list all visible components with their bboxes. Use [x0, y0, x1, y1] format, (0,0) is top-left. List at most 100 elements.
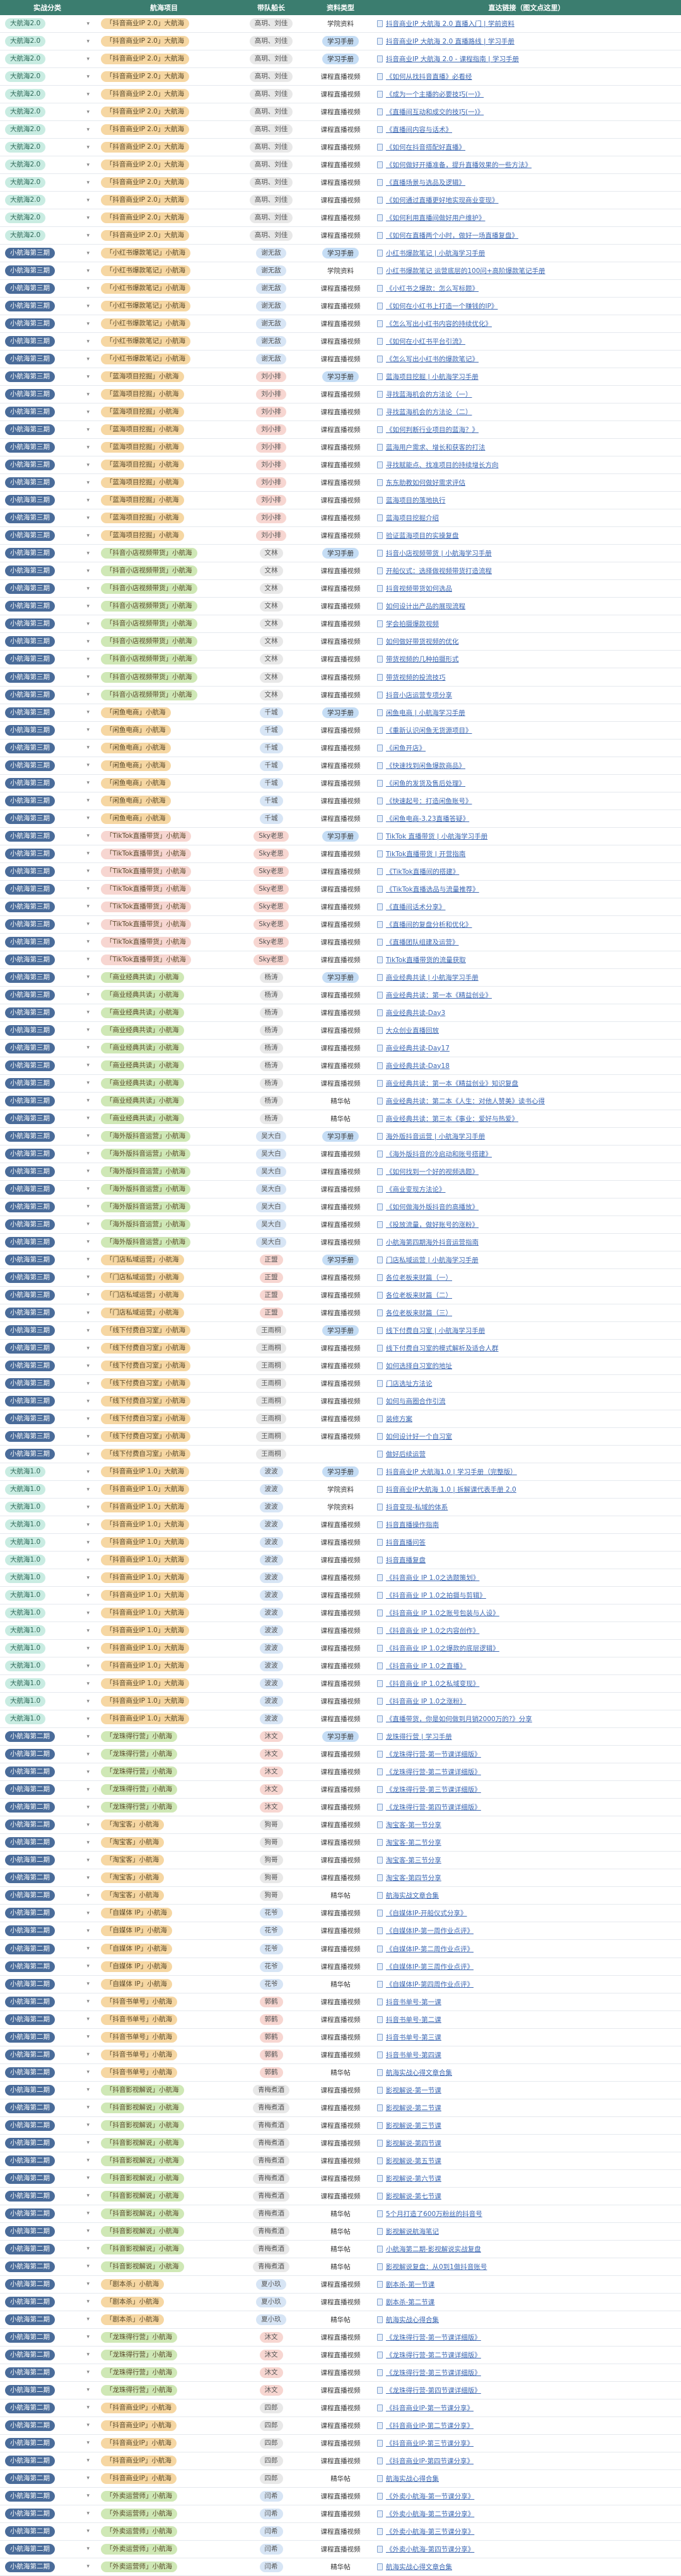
dropdown-arrow-icon[interactable]: ▾ — [86, 1610, 90, 1616]
dropdown-arrow-icon[interactable]: ▾ — [86, 586, 90, 592]
dropdown-arrow-icon[interactable]: ▾ — [86, 1310, 90, 1316]
category-cell[interactable]: 小航海第三期 ▾ — [0, 671, 95, 683]
dropdown-arrow-icon[interactable]: ▾ — [86, 2546, 90, 2552]
category-cell[interactable]: 小航海第三期 ▾ — [0, 1431, 95, 1442]
lead-cell[interactable]: 花爷 — [233, 1978, 309, 1990]
project-cell[interactable]: 「抖音商业IP 2.0」大航海 — [95, 177, 233, 189]
type-cell[interactable]: 课程直播视频 — [309, 1785, 372, 1794]
category-cell[interactable]: 小航海第二期 ▾ — [0, 2543, 95, 2555]
link-cell[interactable]: 《抖音商业IP-第四节课分享》 — [372, 2456, 681, 2466]
link-cell[interactable]: 抖音商业IP 大航海1.0 | 学习手册（完整版） — [372, 1467, 681, 1477]
type-cell[interactable]: 课程直播视频 — [309, 1238, 372, 1247]
resource-link[interactable]: 蓝海项目挖掘介绍 — [386, 513, 439, 523]
resource-link[interactable]: 《直播场景与选品及逻辑》 — [386, 178, 465, 187]
lead-cell[interactable]: 杨涛 — [233, 989, 309, 1001]
lead-cell[interactable]: 四郎 — [233, 2473, 309, 2484]
dropdown-arrow-icon[interactable]: ▾ — [86, 1168, 90, 1175]
link-cell[interactable]: 《如何找到一个好的视频选题》 — [372, 1167, 681, 1176]
dropdown-arrow-icon[interactable]: ▾ — [86, 1062, 90, 1069]
resource-link[interactable]: 《抖音商业IP-第四节课分享》 — [386, 2456, 474, 2466]
resource-link[interactable]: 《快速起号：打造闲鱼账号》 — [386, 796, 472, 806]
category-cell[interactable]: 小航海第二期 ▾ — [0, 2384, 95, 2396]
lead-cell[interactable]: 正盟 — [233, 1272, 309, 1283]
type-cell[interactable]: 课程直播视频 — [309, 301, 372, 311]
type-cell[interactable]: 课程直播视频 — [309, 390, 372, 399]
resource-link[interactable]: 《闲鱼的发货及售后处理》 — [386, 779, 465, 788]
link-cell[interactable]: 抖音书单号-第一课 — [372, 1997, 681, 2007]
lead-cell[interactable]: 沐文 — [233, 1749, 309, 1760]
project-cell[interactable]: 「抖音商业IP 1.0」大航海 — [95, 1590, 233, 1601]
type-cell[interactable]: 精华帖 — [309, 2474, 372, 2483]
lead-cell[interactable]: 王雨桐 — [233, 1361, 309, 1372]
type-cell[interactable]: 课程直播视频 — [309, 407, 372, 417]
resource-link[interactable]: 《龙珠得行营-第一节课详细版》 — [386, 1749, 481, 1759]
type-cell[interactable]: 课程直播视频 — [309, 1608, 372, 1618]
project-cell[interactable]: 「线下付费自习室」小航海 — [95, 1361, 233, 1372]
lead-cell[interactable]: 青梅煮酒 — [233, 2261, 309, 2272]
dropdown-arrow-icon[interactable]: ▾ — [86, 497, 90, 504]
type-cell[interactable]: 课程直播视频 — [309, 1343, 372, 1353]
lead-cell[interactable]: 千城 — [233, 742, 309, 753]
dropdown-arrow-icon[interactable]: ▾ — [86, 2563, 90, 2570]
project-cell[interactable]: 「商业经典共读」小航海 — [95, 1060, 233, 1071]
resource-link[interactable]: 《抖音商业 IP 1.0之拍摄与剪辑》 — [386, 1591, 486, 1600]
category-cell[interactable]: 小航海第三期 ▾ — [0, 371, 95, 383]
type-cell[interactable]: 课程直播视频 — [309, 1538, 372, 1547]
type-cell[interactable]: 课程直播视频 — [309, 814, 372, 823]
type-cell[interactable]: 课程直播视频 — [309, 2191, 372, 2201]
type-cell[interactable]: 课程直播视频 — [309, 761, 372, 770]
link-cell[interactable]: 商业经典共读：第三本《事业：爱好与热爱》 — [372, 1114, 681, 1123]
lead-cell[interactable]: 王雨桐 — [233, 1396, 309, 1407]
type-cell[interactable]: 课程直播视频 — [309, 425, 372, 434]
type-cell[interactable]: 课程直播视频 — [309, 2439, 372, 2448]
project-cell[interactable]: 「闲鱼电商」小航海 — [95, 760, 233, 771]
link-cell[interactable]: 航海实战心得合集 — [372, 2474, 681, 2483]
resource-link[interactable]: 《直播间内容与话术》 — [386, 125, 452, 134]
project-cell[interactable]: 「龙珠得行营」小航海 — [95, 1802, 233, 1813]
category-cell[interactable]: 大航海2.0 ▾ — [0, 54, 95, 65]
resource-link[interactable]: 寻找蓝海机会的方法论（二） — [386, 407, 472, 417]
dropdown-arrow-icon[interactable]: ▾ — [86, 1434, 90, 1440]
link-cell[interactable]: 《怎么写出小红书内容的持续优化》 — [372, 319, 681, 328]
category-cell[interactable]: 小航海第三期 ▾ — [0, 901, 95, 912]
lead-cell[interactable]: 郭鹤 — [233, 2014, 309, 2025]
dropdown-arrow-icon[interactable]: ▾ — [86, 2387, 90, 2393]
lead-cell[interactable]: Sky老思 — [233, 954, 309, 965]
lead-cell[interactable]: 刘小排 — [233, 407, 309, 418]
dropdown-arrow-icon[interactable]: ▾ — [86, 1840, 90, 1846]
type-cell[interactable]: 课程直播视频 — [309, 1379, 372, 1388]
dropdown-arrow-icon[interactable]: ▾ — [86, 1893, 90, 1899]
category-cell[interactable]: 大航海1.0 ▾ — [0, 1502, 95, 1513]
lead-cell[interactable]: 波波 — [233, 1661, 309, 1672]
category-cell[interactable]: 小航海第三期 ▾ — [0, 1219, 95, 1230]
category-cell[interactable]: 小航海第三期 ▾ — [0, 618, 95, 630]
type-cell[interactable]: 精华帖 — [309, 2068, 372, 2077]
resource-link[interactable]: 带货视频的投流技巧 — [386, 673, 446, 682]
resource-link[interactable]: 影视解说-第一节课 — [386, 2086, 441, 2095]
link-cell[interactable]: 《抖音商业IP-第一节课分享》 — [372, 2403, 681, 2413]
project-cell[interactable]: 「淘宝客」小航海 — [95, 1819, 233, 1831]
link-cell[interactable]: 抖音变现-私域的体系 — [372, 1502, 681, 1512]
project-cell[interactable]: 「抖音商业IP 2.0」大航海 — [95, 195, 233, 206]
category-cell[interactable]: 大航海2.0 ▾ — [0, 71, 95, 83]
category-cell[interactable]: 小航海第三期 ▾ — [0, 424, 95, 436]
type-cell[interactable]: 精华帖 — [309, 2244, 372, 2254]
dropdown-arrow-icon[interactable]: ▾ — [86, 2016, 90, 2022]
link-cell[interactable]: 《成为一个主播的必要技巧(一)》 — [372, 90, 681, 99]
link-cell[interactable]: 蓝海项目挖掘 | 小航海学习手册 — [372, 372, 681, 381]
lead-cell[interactable]: 杨涛 — [233, 1113, 309, 1124]
project-cell[interactable]: 「线下付费自习室」小航海 — [95, 1449, 233, 1460]
type-cell[interactable]: 学习手册 — [309, 54, 372, 65]
dropdown-arrow-icon[interactable]: ▾ — [86, 2422, 90, 2428]
type-cell[interactable]: 课程直播视频 — [309, 779, 372, 788]
lead-cell[interactable]: 沐文 — [233, 1767, 309, 1778]
link-cell[interactable]: TikTok 直播带货 | 小航海学习手册 — [372, 832, 681, 841]
link-cell[interactable]: 各位老板来财篇（一） — [372, 1273, 681, 1282]
link-cell[interactable]: 《龙珠得行营-第一节课详细版》 — [372, 1749, 681, 1759]
dropdown-arrow-icon[interactable]: ▾ — [86, 1875, 90, 1881]
dropdown-arrow-icon[interactable]: ▾ — [86, 1540, 90, 1546]
type-cell[interactable]: 课程直播视频 — [309, 1061, 372, 1070]
project-cell[interactable]: 「抖音商业IP 2.0」大航海 — [95, 18, 233, 29]
category-cell[interactable]: 大航海2.0 ▾ — [0, 212, 95, 224]
project-cell[interactable]: 「剧本杀」小航海 — [95, 2314, 233, 2325]
